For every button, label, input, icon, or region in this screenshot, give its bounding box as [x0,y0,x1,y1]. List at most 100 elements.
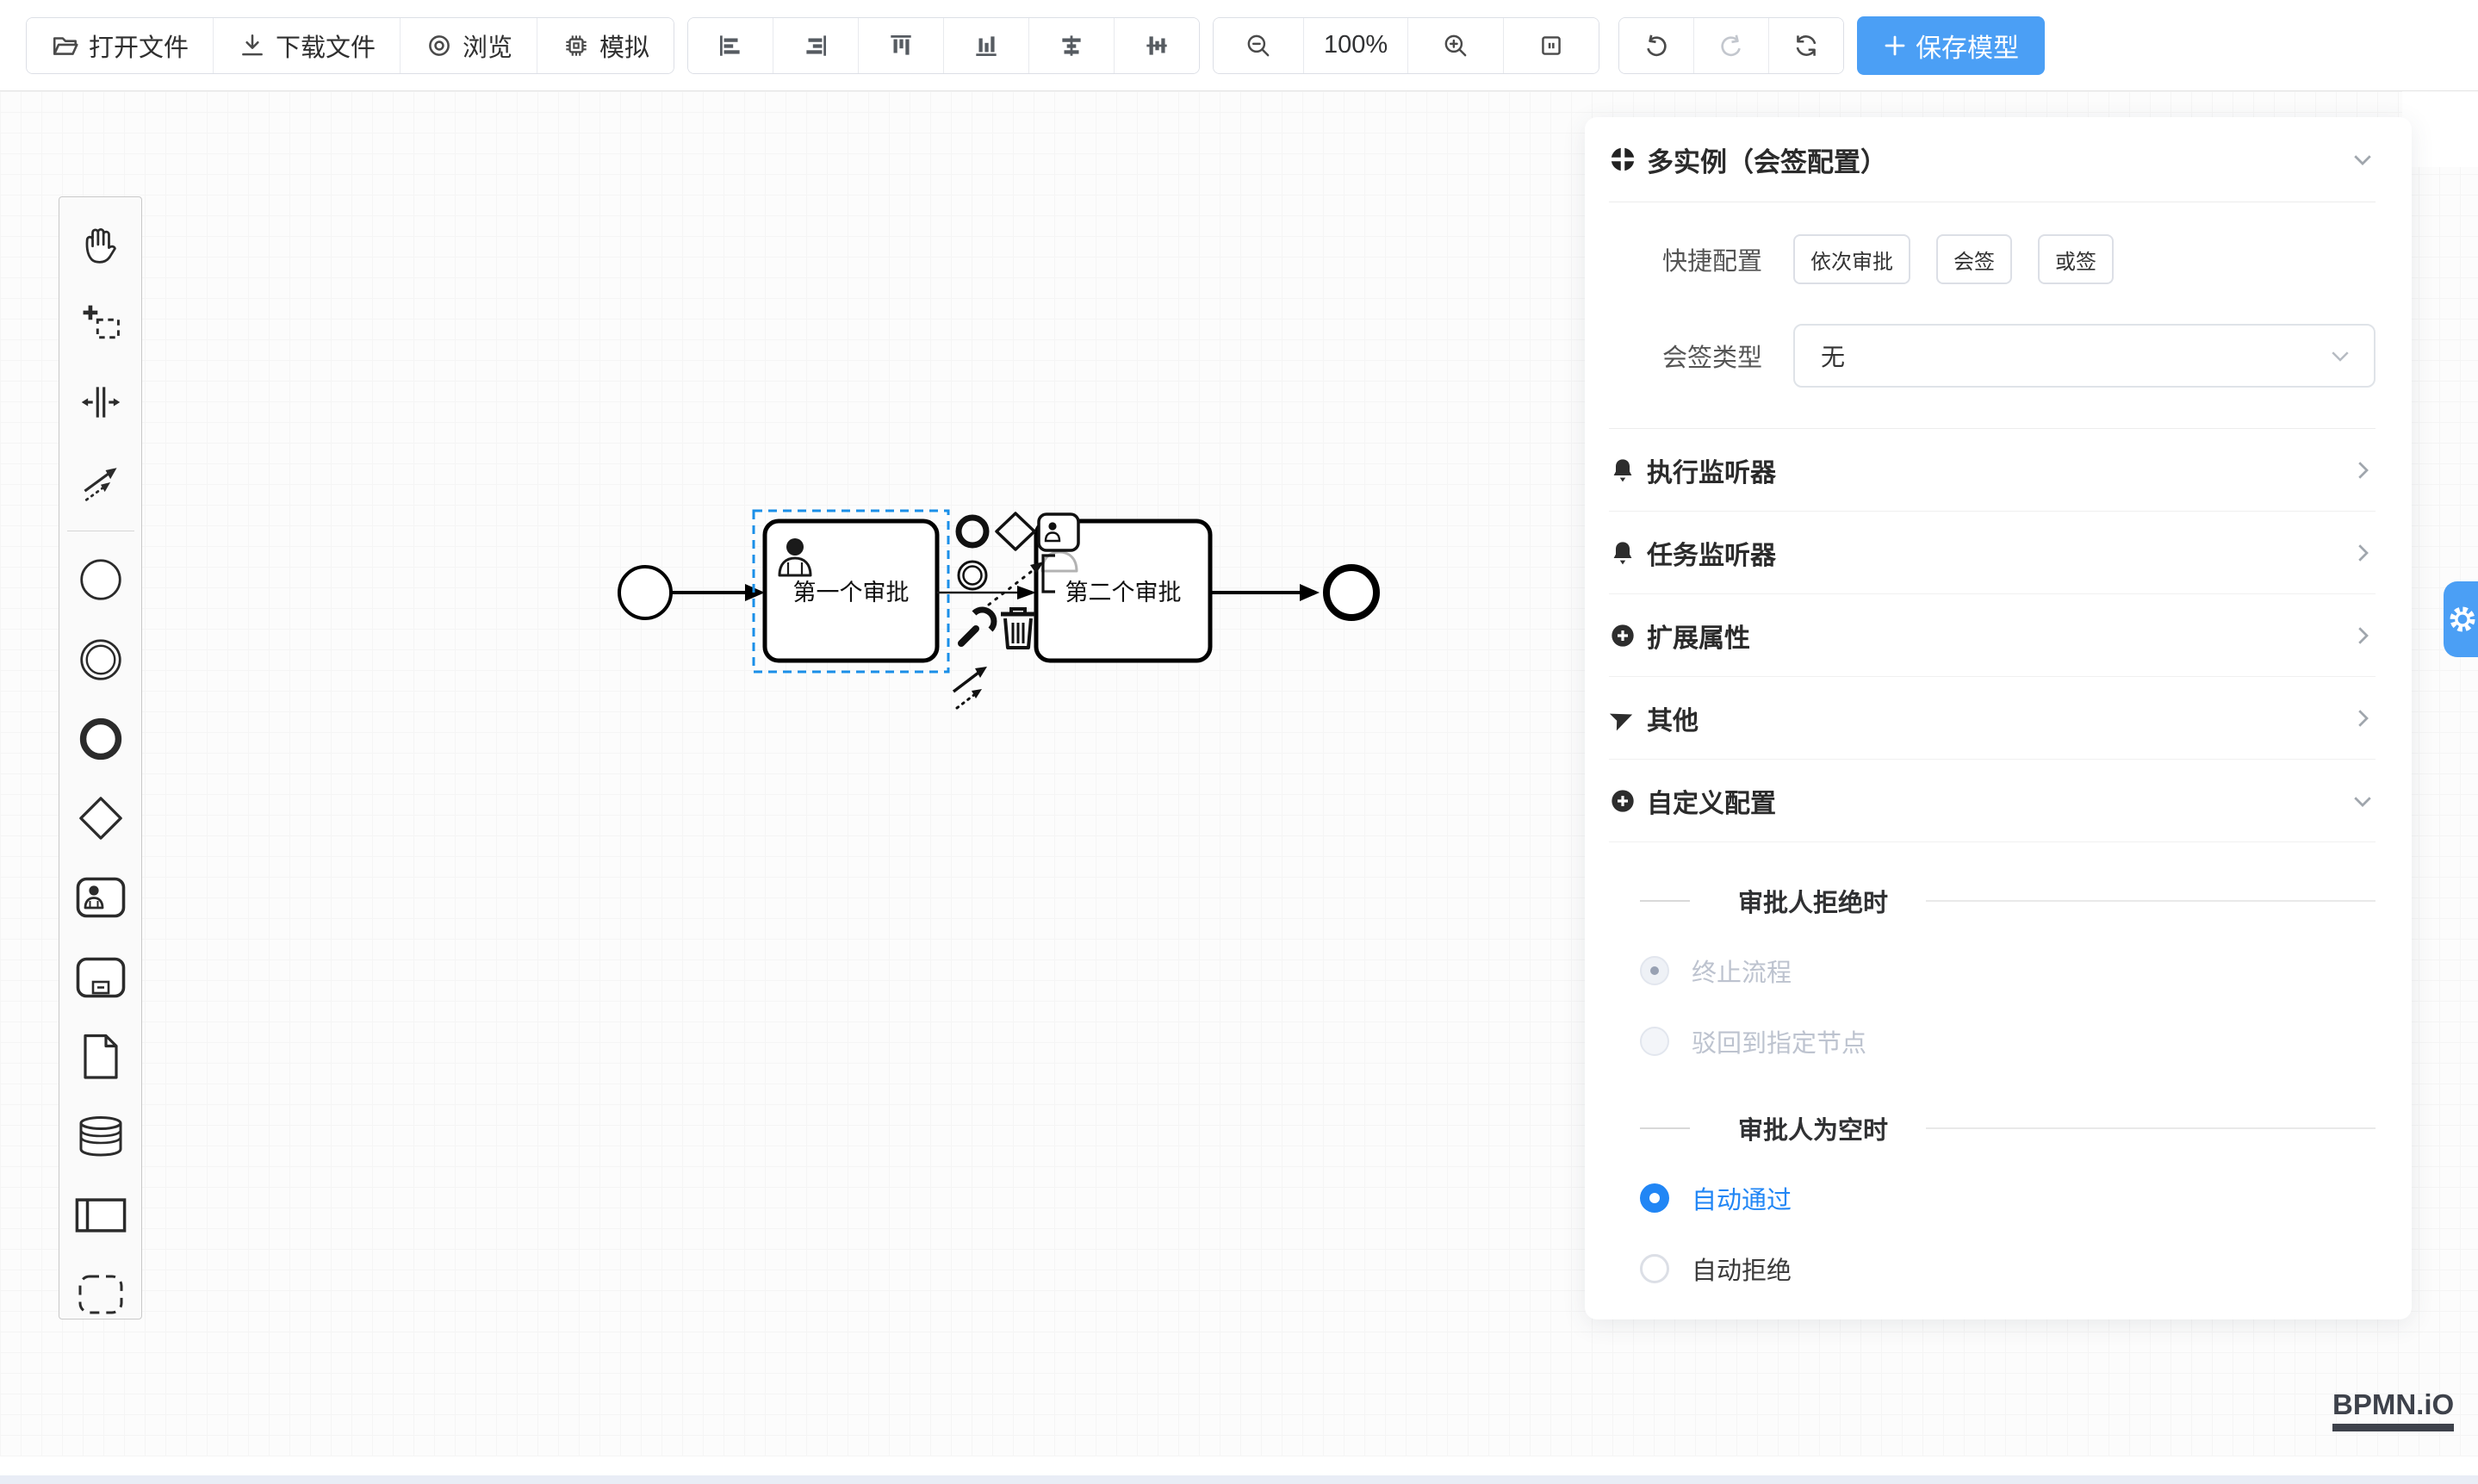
section-other[interactable]: 其他 [1609,677,2376,760]
palette-data-object[interactable] [75,1033,127,1080]
logo-underline [2332,1424,2454,1431]
fit-viewport-button[interactable] [1503,18,1599,73]
space-tool[interactable] [75,378,127,425]
align-center-horizontal-button[interactable] [1028,18,1114,73]
undo-button[interactable] [1619,18,1693,73]
reset-button[interactable] [1768,18,1843,73]
append-gateway-icon[interactable] [997,513,1034,550]
simulate-icon [562,31,591,60]
subprocess-icon [76,957,126,998]
palette-start-event[interactable] [75,556,127,604]
quick-option-orsign-button[interactable]: 或签 [2038,234,2114,284]
append-user-task-icon[interactable] [1039,514,1078,550]
radio-auto-pass[interactable]: 自动通过 [1640,1178,2376,1218]
task-first-approval[interactable]: 第一个审批 [765,521,937,661]
change-type-wrench-icon[interactable] [961,610,994,643]
fit-viewport-icon [1537,31,1566,60]
radio-selected-disabled-icon [1640,956,1669,985]
section-task-listener[interactable]: 任务监听器 [1609,512,2376,594]
palette-user-task[interactable] [75,874,127,922]
quick-option-sequential-button[interactable]: 依次审批 [1793,234,1910,284]
open-file-button[interactable]: 打开文件 [27,18,213,73]
sequence-flow-3[interactable] [1210,584,1320,601]
divider [1926,900,2376,902]
simulate-button[interactable]: 模拟 [537,18,674,73]
chevron-right-icon [2350,457,2376,483]
palette-data-store[interactable] [75,1112,127,1159]
section-label: 执行监听器 [1647,451,1776,489]
radio-label: 终止流程 [1692,953,1792,989]
plus-circle-icon [1609,787,1636,815]
lasso-tool[interactable] [75,299,127,346]
section-execution-listener[interactable]: 执行监听器 [1609,429,2376,512]
zoom-level[interactable]: 100% [1303,18,1407,73]
end-event-shape[interactable] [1326,568,1376,618]
palette-participant[interactable] [75,1192,127,1239]
empty-section-title: 审批人为空时 [1738,1110,1888,1146]
chevron-right-icon [2350,705,2376,731]
lasso-icon [78,301,123,345]
section-label: 扩展属性 [1647,617,1750,655]
palette-intermediate-event[interactable] [75,636,127,683]
palette-group[interactable] [75,1271,127,1319]
save-model-button[interactable]: 保存模型 [1857,16,2045,75]
radio-unselected-disabled-icon [1640,1027,1669,1056]
download-file-button[interactable]: 下载文件 [213,18,400,73]
intermediate-event-icon [78,637,123,682]
quick-option-countersign-button[interactable]: 会签 [1936,234,2012,284]
append-intermediate-event-icon[interactable] [959,562,986,589]
browse-button[interactable]: 浏览 [400,18,537,73]
align-center-horizontal-icon [1057,31,1086,60]
sign-type-row: 会签类型 无 [1609,323,2376,388]
zoom-in-button[interactable] [1407,18,1503,73]
chevron-down-icon [2350,146,2376,172]
reject-section-title: 审批人拒绝时 [1738,883,1888,919]
radio-return-to-node[interactable]: 驳回到指定节点 [1640,1021,2376,1061]
sign-type-select[interactable]: 无 [1793,324,2376,388]
zoom-out-button[interactable] [1214,18,1303,73]
panel-header[interactable]: 多实例（会签配置） [1609,117,2376,202]
section-extended-properties[interactable]: 扩展属性 [1609,594,2376,677]
align-right-icon [801,31,830,60]
radio-unselected-icon [1640,1254,1669,1283]
sequence-flow-2[interactable] [937,586,1036,599]
settings-toggle-button[interactable] [2444,581,2478,657]
save-model-label: 保存模型 [1916,27,2019,65]
palette-end-event[interactable] [75,715,127,762]
section-custom-config[interactable]: 自定义配置 [1609,760,2376,842]
delete-trash-icon[interactable] [1001,609,1035,648]
radio-terminate-process[interactable]: 终止流程 [1640,951,2376,990]
divider [1640,1127,1690,1129]
sequence-flow-1[interactable] [671,584,765,601]
align-top-button[interactable] [858,18,943,73]
element-palette [59,196,142,1319]
radio-auto-reject[interactable]: 自动拒绝 [1640,1249,2376,1288]
align-middle-vertical-button[interactable] [1114,18,1199,73]
bell-icon [1609,456,1636,484]
bpmn-io-logo: BPMN.iO [2332,1388,2454,1431]
redo-icon [1717,31,1746,60]
align-bottom-button[interactable] [943,18,1028,73]
chevron-right-icon [2350,540,2376,566]
gateway-icon [78,795,124,841]
global-connect-tool[interactable] [75,458,127,506]
canvas-bottom-fade [0,1456,2478,1475]
hand-tool[interactable] [75,220,127,267]
align-left-icon [716,31,745,60]
align-left-button[interactable] [688,18,773,73]
append-end-event-icon[interactable] [959,518,986,545]
align-right-button[interactable] [773,18,858,73]
divider [1640,900,1690,902]
zoom-in-icon [1441,31,1470,60]
section-label: 任务监听器 [1647,534,1776,572]
quick-config-row: 快捷配置 依次审批 会签 或签 [1609,235,2376,283]
reject-section-header: 审批人拒绝时 [1640,882,2376,920]
connect-tool-icon[interactable] [953,667,987,708]
start-event-shape[interactable] [619,567,671,618]
redo-button[interactable] [1693,18,1768,73]
palette-subprocess[interactable] [75,953,127,1001]
refresh-icon [1792,31,1821,60]
palette-gateway[interactable] [75,795,127,842]
history-button-group [1618,17,1844,74]
data-object-icon [82,1034,120,1080]
